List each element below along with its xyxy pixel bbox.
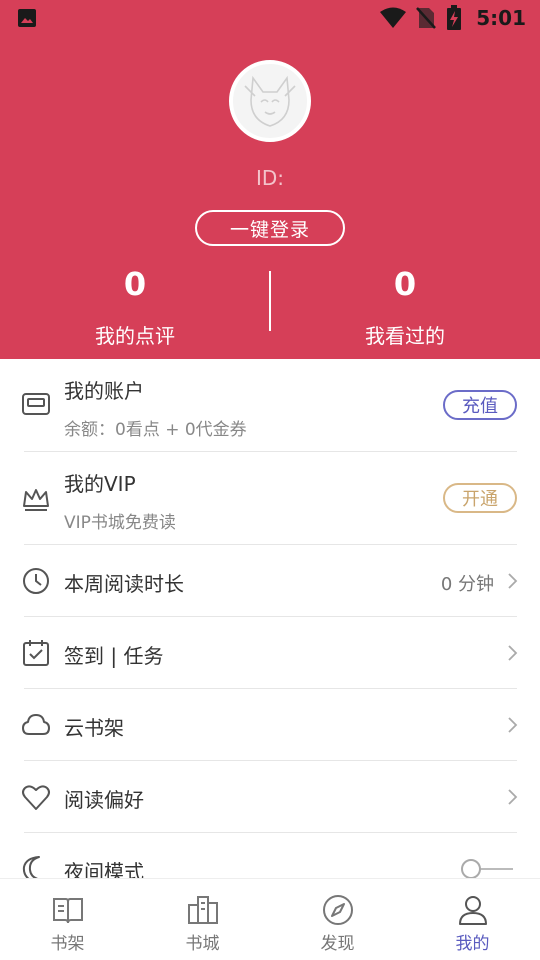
clock-icon <box>23 568 49 594</box>
cloud-icon <box>22 714 50 735</box>
bookstore-icon <box>187 896 218 924</box>
status-bar: 5:01 <box>0 0 540 36</box>
my-reviews-label: 我的点评 <box>95 324 175 348</box>
profile-header: 5:01 ID: 一键登录 0 我的点评 0 我看过的 <box>0 0 540 359</box>
default-avatar-icon <box>244 75 296 127</box>
viewed-count: 0 <box>393 265 417 303</box>
avatar[interactable] <box>229 60 311 142</box>
menu-item-vip[interactable]: 我的VIP VIP书城免费读 开通 <box>0 452 540 544</box>
my-reviews-stat[interactable]: 0 我的点评 <box>0 262 270 349</box>
tab-label: 书城 <box>185 934 220 954</box>
vip-subtitle: VIP书城免费读 <box>64 513 176 533</box>
account-title: 我的账户 <box>64 379 144 403</box>
heart-icon <box>22 785 50 810</box>
chevron-right-icon <box>508 573 518 589</box>
viewed-stat[interactable]: 0 我看过的 <box>270 262 540 349</box>
menu-item-checkin[interactable]: 签到 | 任务 <box>0 617 540 688</box>
chevron-right-icon <box>508 645 518 661</box>
reading-time-title: 本周阅读时长 <box>64 572 184 596</box>
tab-discover[interactable]: 发现 <box>270 879 405 960</box>
crown-icon <box>23 489 49 511</box>
menu-item-preferences[interactable]: 阅读偏好 <box>0 761 540 832</box>
wallet-icon <box>22 393 50 415</box>
gallery-notification-icon <box>18 9 36 27</box>
my-reviews-count: 0 <box>123 265 147 303</box>
profile-icon <box>458 896 487 925</box>
checkin-title: 签到 | 任务 <box>64 644 164 668</box>
chevron-right-icon <box>508 789 518 805</box>
one-click-login-button[interactable]: 一键登录 <box>195 210 345 246</box>
user-id-label: ID: <box>255 166 285 190</box>
menu-item-cloud-shelf[interactable]: 云书架 <box>0 689 540 760</box>
bookshelf-icon <box>52 898 83 924</box>
tab-label: 书架 <box>50 934 85 954</box>
preferences-title: 阅读偏好 <box>64 788 144 812</box>
vip-title: 我的VIP <box>64 472 136 496</box>
wifi-icon <box>380 7 407 28</box>
no-sim-icon <box>416 7 437 29</box>
tab-label: 发现 <box>320 934 355 954</box>
viewed-label: 我看过的 <box>365 324 445 348</box>
toggle-knob <box>461 859 481 878</box>
status-time: 5:01 <box>476 6 526 30</box>
tab-bookshelf[interactable]: 书架 <box>0 879 135 960</box>
recharge-button[interactable]: 充值 <box>443 390 517 420</box>
night-mode-title: 夜间模式 <box>64 860 144 878</box>
menu-item-night-mode[interactable]: 夜间模式 <box>0 833 540 878</box>
moon-icon <box>22 856 40 878</box>
bottom-tab-bar: 书架 书城 发现 我的 <box>0 878 540 960</box>
tab-bookstore[interactable]: 书城 <box>135 879 270 960</box>
calendar-check-icon <box>23 640 49 666</box>
reading-time-value: 0 分钟 <box>440 574 494 595</box>
activate-vip-button[interactable]: 开通 <box>443 483 517 513</box>
tab-label: 我的 <box>455 934 490 954</box>
menu-item-account[interactable]: 我的账户 余额：0看点 + 0代金券 充值 <box>0 359 540 451</box>
chevron-right-icon <box>508 717 518 733</box>
menu-item-reading-time[interactable]: 本周阅读时长 0 分钟 <box>0 545 540 616</box>
night-mode-toggle[interactable] <box>461 857 515 878</box>
cloud-shelf-title: 云书架 <box>64 716 124 740</box>
account-balance: 余额：0看点 + 0代金券 <box>64 420 247 440</box>
compass-icon <box>322 895 353 925</box>
tab-profile[interactable]: 我的 <box>405 879 540 960</box>
battery-charging-icon <box>447 5 462 30</box>
